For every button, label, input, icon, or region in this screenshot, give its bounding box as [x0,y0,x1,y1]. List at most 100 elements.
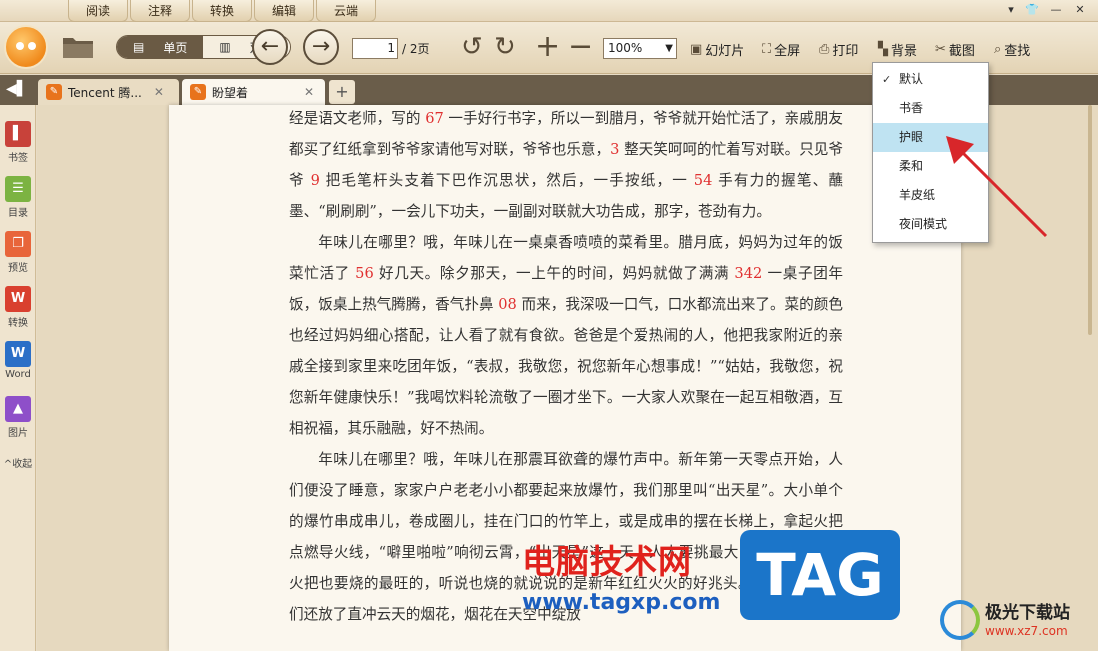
menu-tab-annotate[interactable]: 注释 [130,0,190,22]
background-icon: ▚ [878,42,888,57]
chevron-up-icon: ^ [3,459,13,470]
open-folder-icon[interactable] [60,32,96,62]
search-icon: ⌕ [994,42,1002,57]
sidebar-item-toc[interactable]: ☰ 目录 [0,176,36,219]
menu-tab-read[interactable]: 阅读 [68,0,128,22]
annotation-arrow [946,136,1048,238]
slideshow-label: 幻灯片 [705,44,745,59]
menu-item-label: 羊皮纸 [899,188,936,202]
doc-tab-title: Tencent 腾... [68,85,142,100]
inline-number: 342 [734,265,763,282]
background-label: 背景 [891,44,918,59]
sidebar-item-image[interactable]: ▲ 图片 [0,396,36,439]
sidebar-item-label: 书签 [8,153,28,164]
arrow-right-icon: → [311,34,331,59]
scissors-icon: ✂ [935,42,946,57]
background-button[interactable]: ▚ 背景 [878,40,917,59]
watermark-brand-logo [940,600,980,640]
rotate-left-icon[interactable]: ↺ [461,34,483,60]
sidebar-collapse-label: 收起 [12,459,33,470]
app-logo[interactable] [4,25,48,69]
sidebar-item-word[interactable]: W Word [0,341,36,380]
menu-bar: 阅读 注释 转换 编辑 云端 ▾ 👕 — ✕ [0,0,1098,22]
single-page-button[interactable]: ▤ 单页 [117,36,204,58]
document-icon: ✎ [46,84,62,100]
inline-number: 08 [498,296,517,313]
fullscreen-button[interactable]: ⛶ 全屏 [762,40,800,59]
inline-number: 67 [425,110,444,127]
sidebar-item-preview[interactable]: ❐ 预览 [0,231,36,274]
image-icon: ▲ [5,396,31,422]
search-button[interactable]: ⌕ 查找 [994,40,1030,59]
preview-icon: ❐ [5,231,31,257]
print-label: 打印 [832,44,859,59]
fullscreen-label: 全屏 [774,44,801,59]
menu-dropdown-icon[interactable]: ▾ [1003,3,1019,17]
text-run: 而来，我深吸一口气，口水都流出来了。菜的颜色也经过妈妈细心搭配，让人看了就有食欲… [289,296,843,437]
screenshot-label: 截图 [948,44,975,59]
close-tab-icon[interactable]: ✕ [304,85,314,99]
document-paragraph: 年味儿在哪里？哦，年味儿在一桌桌香喷喷的菜肴里。腊月底，妈妈为过年的饭菜忙活了 … [289,227,843,444]
collapse-sidebar-icon[interactable]: ◀▌ [6,81,28,97]
arrow-left-icon: ← [260,34,280,59]
total-pages: / 2页 [402,42,430,56]
page-number-input[interactable]: 1 [352,38,398,59]
sidebar-item-label: 转换 [8,318,28,329]
doc-tab-tencent[interactable]: ✎ Tencent 腾... ✕ [38,79,179,105]
prev-page-button[interactable]: ← [252,29,288,65]
text-run: 好几天。除夕那天，一上午的时间，妈妈就做了满满 [373,265,735,282]
sidebar-item-bookmarks[interactable]: ▌ 书签 [0,121,36,164]
menu-item-label: 护眼 [899,130,924,144]
plus-icon: + [335,82,349,101]
slideshow-button[interactable]: ▣ 幻灯片 [690,40,744,59]
skin-icon[interactable]: 👕 [1024,3,1040,17]
word-icon: W [5,341,31,367]
inline-number: 54 [693,172,713,189]
single-page-label: 单页 [163,40,188,55]
pdf-convert-icon: W [5,286,31,312]
sidebar-item-label: 预览 [8,263,28,274]
watermark-site-url: www.tagxp.com [522,590,721,615]
minimize-button[interactable]: — [1048,3,1064,17]
menu-item-book-scent[interactable]: 书香 [873,94,988,123]
menu-item-default[interactable]: ✓ 默认 [873,65,988,94]
sidebar-item-label: Word [5,369,31,380]
menu-item-label: 柔和 [899,159,924,173]
doc-tab-active[interactable]: ✎ 盼望着 ✕ [182,79,325,105]
zoom-out-icon[interactable]: − [568,32,593,62]
zoom-select[interactable]: 100% ▼ [603,38,677,59]
printer-icon: ⎙ [819,42,830,57]
single-page-icon: ▤ [133,40,145,54]
menu-tab-edit[interactable]: 编辑 [254,0,314,22]
menu-item-label: 书香 [899,101,924,115]
screenshot-button[interactable]: ✂ 截图 [935,40,975,59]
menu-tab-convert[interactable]: 转换 [192,0,252,22]
next-page-button[interactable]: → [303,29,339,65]
print-button[interactable]: ⎙ 打印 [819,40,858,59]
sidebar-item-label: 目录 [8,208,28,219]
watermark-tag-logo: TAG [740,530,900,620]
menu-tab-cloud[interactable]: 云端 [316,0,376,22]
document-icon: ✎ [190,84,206,100]
rotate-right-icon[interactable]: ↻ [494,34,516,60]
inline-number: 9 [310,172,320,189]
text-run: 把毛笔杆头支着下巴作沉思状，然后，一手按纸，一 [319,172,694,189]
watermark-site-name: 电脑技术网 [522,542,692,581]
new-tab-button[interactable]: + [329,80,355,104]
checkmark-icon: ✓ [882,73,892,86]
watermark-brand-name: 极光下载站 [985,603,1070,623]
slideshow-icon: ▣ [690,42,703,57]
sidebar-collapse[interactable]: ^收起 [0,455,36,470]
double-page-icon: ▥ [219,40,231,54]
sidebar-item-convert[interactable]: W 转换 [0,286,36,329]
close-window-button[interactable]: ✕ [1072,3,1088,17]
zoom-value: 100% [608,41,643,55]
chevron-down-icon: ▼ [665,43,673,54]
text-run: 经是语文老师，写的 [289,110,426,127]
toc-icon: ☰ [5,176,31,202]
sidebar-item-label: 图片 [8,428,28,439]
document-paragraph: 经是语文老师，写的 67 一手好行书字，所以一到腊月，爷爷就开始忙活了，亲戚朋友… [289,103,843,227]
zoom-in-icon[interactable]: + [535,32,560,62]
close-tab-icon[interactable]: ✕ [154,85,164,99]
fullscreen-icon: ⛶ [762,42,772,57]
